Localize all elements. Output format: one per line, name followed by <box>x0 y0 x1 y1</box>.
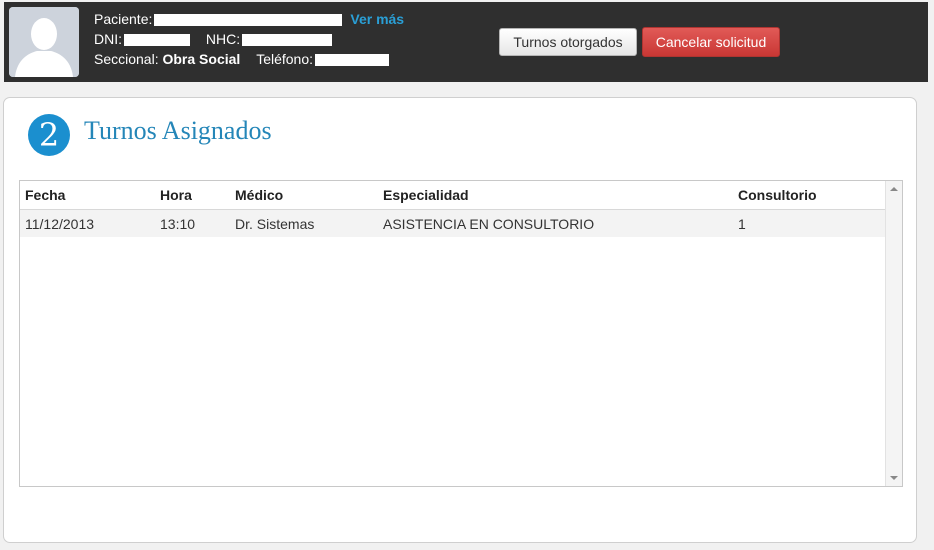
redacted-telefono <box>315 54 390 67</box>
redacted-nhc <box>242 34 333 47</box>
table-header-row: Fecha Hora Médico Especialidad Consultor… <box>20 181 886 210</box>
column-header-medico[interactable]: Médico <box>230 181 378 210</box>
turnos-asignados-panel: 2 Turnos Asignados Fecha Hora Médico Esp… <box>3 97 917 543</box>
table-row[interactable]: 11/12/2013 13:10 Dr. Sistemas ASISTENCIA… <box>20 209 886 237</box>
redacted-patient-name <box>154 14 343 27</box>
cell-hora: 13:10 <box>155 209 230 237</box>
cell-medico: Dr. Sistemas <box>230 209 378 237</box>
redacted-dni <box>124 34 190 47</box>
seccional-label: Seccional: <box>94 51 159 67</box>
patient-contact-row: Seccional: Obra Social Teléfono: <box>94 49 404 69</box>
step-number-badge: 2 <box>28 114 70 156</box>
turnos-table: Fecha Hora Médico Especialidad Consultor… <box>20 181 886 237</box>
cancelar-solicitud-button[interactable]: Cancelar solicitud <box>642 27 780 57</box>
patient-header: Paciente: Ver más DNI: NHC: Seccional: Ob… <box>4 2 928 82</box>
patient-info: Paciente: Ver más DNI: NHC: Seccional: Ob… <box>94 9 404 69</box>
scroll-up-arrow-icon[interactable] <box>890 187 898 191</box>
column-header-hora[interactable]: Hora <box>155 181 230 210</box>
patient-ids-row: DNI: NHC: <box>94 29 404 49</box>
column-header-fecha[interactable]: Fecha <box>20 181 155 210</box>
patient-name-row: Paciente: Ver más <box>94 9 404 29</box>
cell-consultorio: 1 <box>733 209 886 237</box>
column-header-especialidad[interactable]: Especialidad <box>378 181 733 210</box>
column-header-consultorio[interactable]: Consultorio <box>733 181 886 210</box>
cell-especialidad: ASISTENCIA EN CONSULTORIO <box>378 209 733 237</box>
scroll-down-arrow-icon[interactable] <box>890 476 898 480</box>
avatar <box>9 7 79 77</box>
page-title: Turnos Asignados <box>84 116 272 145</box>
vertical-scrollbar[interactable] <box>885 181 902 486</box>
nhc-label: NHC: <box>205 31 241 47</box>
turnos-grid: Fecha Hora Médico Especialidad Consultor… <box>19 180 903 487</box>
ver-mas-link[interactable]: Ver más <box>350 11 404 27</box>
turnos-otorgados-button[interactable]: Turnos otorgados <box>499 28 637 56</box>
paciente-label: Paciente: <box>94 11 153 27</box>
cell-fecha: 11/12/2013 <box>20 209 155 237</box>
dni-label: DNI: <box>94 31 122 47</box>
user-silhouette-icon <box>9 7 79 77</box>
telefono-label: Teléfono: <box>256 51 314 67</box>
seccional-value: Obra Social <box>162 51 241 67</box>
